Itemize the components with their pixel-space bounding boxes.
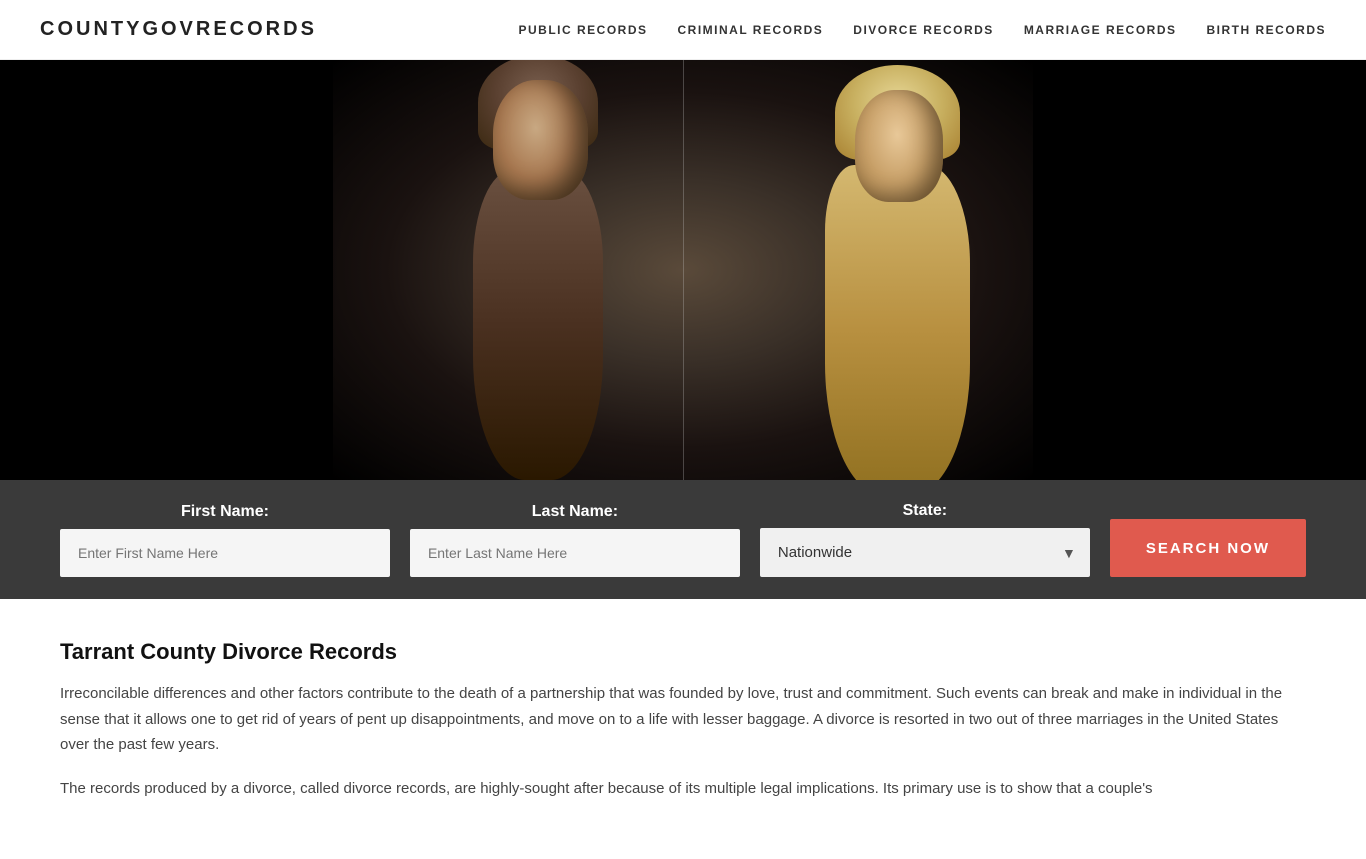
nav-criminal-records[interactable]: CRIMINAL RECORDS <box>678 23 824 37</box>
state-field: State: Nationwide Alabama Alaska Arizona… <box>760 502 1090 577</box>
hero-overlay-right <box>1026 60 1366 480</box>
person-right <box>855 90 943 202</box>
search-section: First Name: Last Name: State: Nationwide… <box>0 480 1366 599</box>
last-name-input[interactable] <box>410 529 740 577</box>
nav-marriage-records[interactable]: MARRIAGE RECORDS <box>1024 23 1177 37</box>
content-title: Tarrant County Divorce Records <box>60 639 1306 665</box>
nav-birth-records[interactable]: BIRTH RECORDS <box>1206 23 1326 37</box>
nav-public-records[interactable]: PUBLIC RECORDS <box>519 23 648 37</box>
search-now-button[interactable]: SEARCH NOW <box>1110 519 1306 577</box>
main-nav: PUBLIC RECORDS CRIMINAL RECORDS DIVORCE … <box>519 23 1327 37</box>
nav-divorce-records[interactable]: DIVORCE RECORDS <box>853 23 994 37</box>
hero-image <box>333 60 1033 480</box>
content-paragraph-1: Irreconcilable differences and other fac… <box>60 681 1306 758</box>
state-label: State: <box>760 502 1090 520</box>
content-paragraph-2: The records produced by a divorce, calle… <box>60 776 1306 802</box>
last-name-field: Last Name: <box>410 503 740 577</box>
first-name-field: First Name: <box>60 503 390 577</box>
first-name-label: First Name: <box>60 503 390 521</box>
state-select-wrapper: Nationwide Alabama Alaska Arizona Arkans… <box>760 528 1090 577</box>
header: COUNTYGOVRECORDS PUBLIC RECORDS CRIMINAL… <box>0 0 1366 60</box>
hero-section <box>0 60 1366 480</box>
last-name-label: Last Name: <box>410 503 740 521</box>
content-section: Tarrant County Divorce Records Irreconci… <box>0 599 1366 859</box>
person-left <box>493 80 588 200</box>
site-logo[interactable]: COUNTYGOVRECORDS <box>40 18 317 41</box>
hero-overlay-left <box>0 60 340 480</box>
first-name-input[interactable] <box>60 529 390 577</box>
state-select[interactable]: Nationwide Alabama Alaska Arizona Arkans… <box>760 528 1090 577</box>
